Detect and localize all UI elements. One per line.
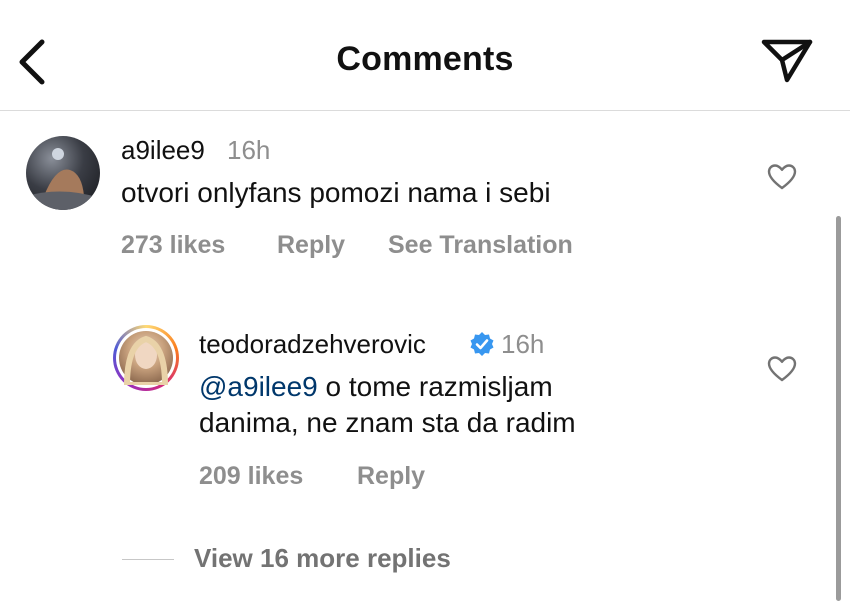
avatar-story-ring[interactable] (113, 325, 179, 391)
comments-header: Comments (0, 0, 850, 111)
heart-icon (767, 164, 797, 190)
reply-text-line-1: @a9ilee9 o tome razmisljam (199, 369, 553, 405)
reply-button[interactable]: Reply (277, 231, 345, 260)
comment-time: 16h (227, 135, 271, 165)
share-button[interactable] (760, 36, 814, 86)
scrollbar[interactable] (836, 216, 841, 601)
comment-likes[interactable]: 273 likes (121, 231, 225, 260)
avatar (119, 331, 173, 388)
comment-username[interactable]: a9ilee9 (121, 135, 205, 166)
view-more-replies-button[interactable]: View 16 more replies (194, 543, 451, 574)
like-button[interactable] (767, 163, 797, 191)
avatar[interactable] (26, 136, 100, 210)
avatar-image (26, 148, 100, 210)
view-more-divider (122, 559, 174, 560)
reply-reply-button[interactable]: Reply (357, 462, 425, 491)
comment-text: otvori onlyfans pomozi nama i sebi (121, 177, 551, 208)
reply-time: 16h (501, 329, 545, 359)
heart-icon (767, 356, 797, 382)
avatar-ring-gap (116, 328, 176, 388)
see-translation-button[interactable]: See Translation (388, 231, 573, 260)
avatar-image (123, 335, 169, 388)
paper-plane-icon (761, 39, 813, 83)
reply-text: o tome razmisljam (317, 371, 553, 402)
like-button[interactable] (767, 355, 797, 383)
reply-text-line-2: danima, ne znam sta da radim (199, 407, 576, 438)
page-title: Comments (336, 40, 514, 78)
mention-link[interactable]: @a9ilee9 (199, 371, 318, 402)
reply-likes[interactable]: 209 likes (199, 462, 303, 491)
reply-username[interactable]: teodoradzehverovic (199, 329, 426, 360)
verified-badge-icon (470, 332, 494, 356)
